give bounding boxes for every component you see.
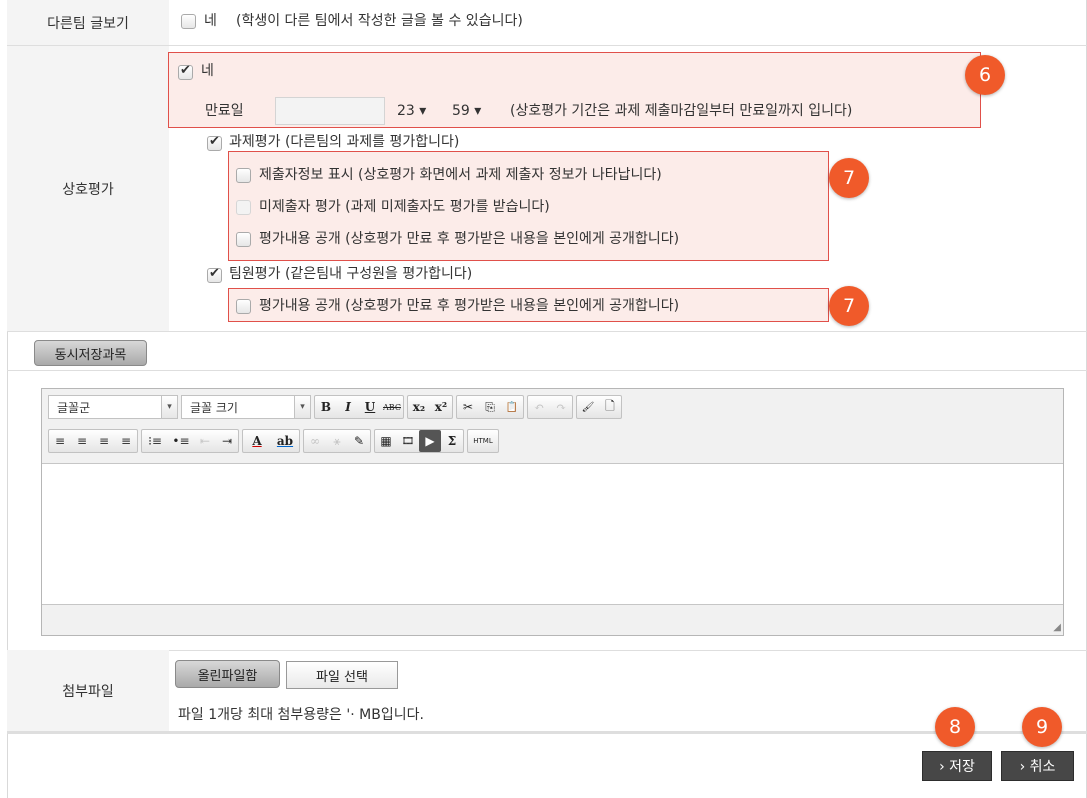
underline-icon[interactable]: U	[359, 396, 381, 418]
clipboard-group: ✂ ⎘ 📋	[456, 395, 524, 419]
callout-badge-7b: 7	[829, 286, 869, 326]
save-button[interactable]: › 저장	[922, 751, 992, 781]
superscript-icon[interactable]: x²	[430, 396, 452, 418]
format-group: B I U ABC	[314, 395, 404, 419]
rich-text-editor: 글꼴군 ▾ 글꼴 크기 ▾ B I U ABC x₂ x² ✂ ⎘ 📋 ↶ ↷ …	[41, 388, 1064, 636]
link-icon[interactable]: ∞	[304, 430, 326, 452]
script-group: x₂ x²	[407, 395, 453, 419]
font-size-combo[interactable]: 글꼴 크기 ▾	[181, 395, 311, 419]
peer-review-label: 상호평가	[7, 46, 169, 331]
divider	[7, 370, 1087, 371]
chevron-down-icon: ▾	[161, 396, 177, 418]
paste-icon[interactable]: 📋	[501, 396, 523, 418]
align-center-icon[interactable]: ≡	[71, 430, 93, 452]
image-icon[interactable]: ▦	[375, 430, 397, 452]
sigma-icon[interactable]: Σ	[441, 430, 463, 452]
view-others-description: (학생이 다른 팀에서 작성한 글을 볼 수 있습니다)	[236, 13, 523, 29]
divider	[7, 732, 1087, 734]
attachment-row: 첨부파일	[7, 650, 1087, 732]
play-icon[interactable]: ▶	[419, 430, 441, 452]
callout-badge-8: 8	[935, 707, 975, 747]
html-source-icon[interactable]: HTML	[468, 430, 498, 452]
insert-group: ▦ 🎞 ▶ Σ	[374, 429, 464, 453]
member-eval-checkbox[interactable]	[207, 266, 222, 283]
misc-group: 🖌 🗋	[576, 395, 622, 419]
cancel-button[interactable]: › 취소	[1001, 751, 1074, 781]
resize-handle-icon[interactable]: ◢	[1053, 622, 1061, 633]
numbered-list-icon[interactable]: ⁝≡	[142, 430, 168, 452]
history-group: ↶ ↷	[527, 395, 573, 419]
remove-format-icon[interactable]: 🖌	[577, 396, 599, 418]
publish-result-checkbox[interactable]	[236, 232, 251, 247]
choose-file-button[interactable]: 파일 선택	[286, 661, 398, 689]
non-submitter-label: 미제출자 평가 (과제 미제출자도 평가를 받습니다)	[259, 199, 550, 215]
editor-toolbar-row-2: ≡ ≡ ≡ ≡ ⁝≡ •≡ ⇤ ⇥ A ab ∞ ⚹ ✎ ▦ 🎞 ▶ Σ HTM…	[48, 429, 502, 453]
strikethrough-icon[interactable]: ABC	[381, 396, 403, 418]
font-family-combo[interactable]: 글꼴군 ▾	[48, 395, 178, 419]
member-publish-checkbox[interactable]	[236, 299, 251, 314]
attachment-label: 첨부파일	[7, 650, 169, 731]
editor-toolbar-row-1: 글꼴군 ▾ 글꼴 크기 ▾ B I U ABC x₂ x² ✂ ⎘ 📋 ↶ ↷ …	[48, 395, 625, 419]
highlight-color-icon[interactable]: ab	[271, 430, 299, 452]
outdent-icon[interactable]: ⇤	[194, 430, 216, 452]
indent-icon[interactable]: ⇥	[216, 430, 238, 452]
list-group: ⁝≡ •≡ ⇤ ⇥	[141, 429, 239, 453]
cut-icon[interactable]: ✂	[457, 396, 479, 418]
non-submitter-checkbox[interactable]	[236, 200, 251, 215]
callout-badge-7a: 7	[829, 158, 869, 198]
peer-review-enable-label: 네	[201, 63, 214, 79]
italic-icon[interactable]: I	[337, 396, 359, 418]
peer-review-enable-checkbox[interactable]	[178, 63, 193, 80]
member-publish-label: 평가내용 공개 (상호평가 만료 후 평가받은 내용을 본인에게 공개합니다)	[259, 298, 680, 314]
view-others-row: 다른팀 글보기	[7, 0, 1087, 46]
simul-save-button[interactable]: 동시저장과목	[34, 340, 147, 366]
expiry-label: 만료일	[205, 103, 244, 119]
text-color-icon[interactable]: A	[243, 430, 271, 452]
view-others-label: 다른팀 글보기	[7, 0, 169, 45]
show-submitter-checkbox[interactable]	[236, 168, 251, 183]
link-group: ∞ ⚹ ✎	[303, 429, 371, 453]
font-family-combo-value: 글꼴군	[57, 400, 91, 415]
undo-icon[interactable]: ↶	[528, 396, 550, 418]
expiry-date-input[interactable]	[275, 97, 385, 125]
view-others-option: 네	[204, 13, 217, 29]
task-eval-label: 과제평가 (다른팀의 과제를 평가합니다)	[229, 134, 460, 150]
task-eval-checkbox[interactable]	[207, 134, 222, 151]
callout-badge-9: 9	[1022, 707, 1062, 747]
film-icon[interactable]: 🎞	[397, 430, 419, 452]
callout-badge-6: 6	[965, 55, 1005, 95]
unlink-icon[interactable]: ⚹	[326, 430, 348, 452]
redo-icon[interactable]: ↷	[550, 396, 572, 418]
expiry-note: (상호평가 기간은 과제 제출마감일부터 만료일까지 입니다)	[510, 103, 853, 119]
html-group: HTML	[467, 429, 499, 453]
align-group: ≡ ≡ ≡ ≡	[48, 429, 138, 453]
member-eval-label: 팀원평가 (같은팀내 구성원을 평가합니다)	[229, 266, 473, 282]
chevron-down-icon: ▾	[294, 396, 310, 418]
edit-icon[interactable]: ✎	[348, 430, 370, 452]
bold-icon[interactable]: B	[315, 396, 337, 418]
copy-icon[interactable]: ⎘	[479, 396, 501, 418]
subscript-icon[interactable]: x₂	[408, 396, 430, 418]
expiry-minute-select[interactable]: 59 ▾	[452, 102, 481, 120]
font-size-combo-value: 글꼴 크기	[190, 400, 238, 415]
uploaded-files-button[interactable]: 올린파일함	[175, 660, 280, 688]
attachment-note: 파일 1개당 최대 첨부용량은 '· MB입니다.	[178, 707, 424, 723]
new-document-icon[interactable]: 🗋	[599, 396, 621, 418]
expiry-hour-select[interactable]: 23 ▾	[397, 102, 426, 120]
color-group: A ab	[242, 429, 300, 453]
show-submitter-label: 제출자정보 표시 (상호평가 화면에서 과제 제출자 정보가 나타납니다)	[259, 167, 662, 183]
view-others-checkbox[interactable]	[181, 14, 196, 29]
bullet-list-icon[interactable]: •≡	[168, 430, 194, 452]
publish-result-label: 평가내용 공개 (상호평가 만료 후 평가받은 내용을 본인에게 공개합니다)	[259, 231, 680, 247]
editor-content-area[interactable]	[42, 463, 1063, 605]
align-left-icon[interactable]: ≡	[49, 430, 71, 452]
align-right-icon[interactable]: ≡	[93, 430, 115, 452]
align-justify-icon[interactable]: ≡	[115, 430, 137, 452]
